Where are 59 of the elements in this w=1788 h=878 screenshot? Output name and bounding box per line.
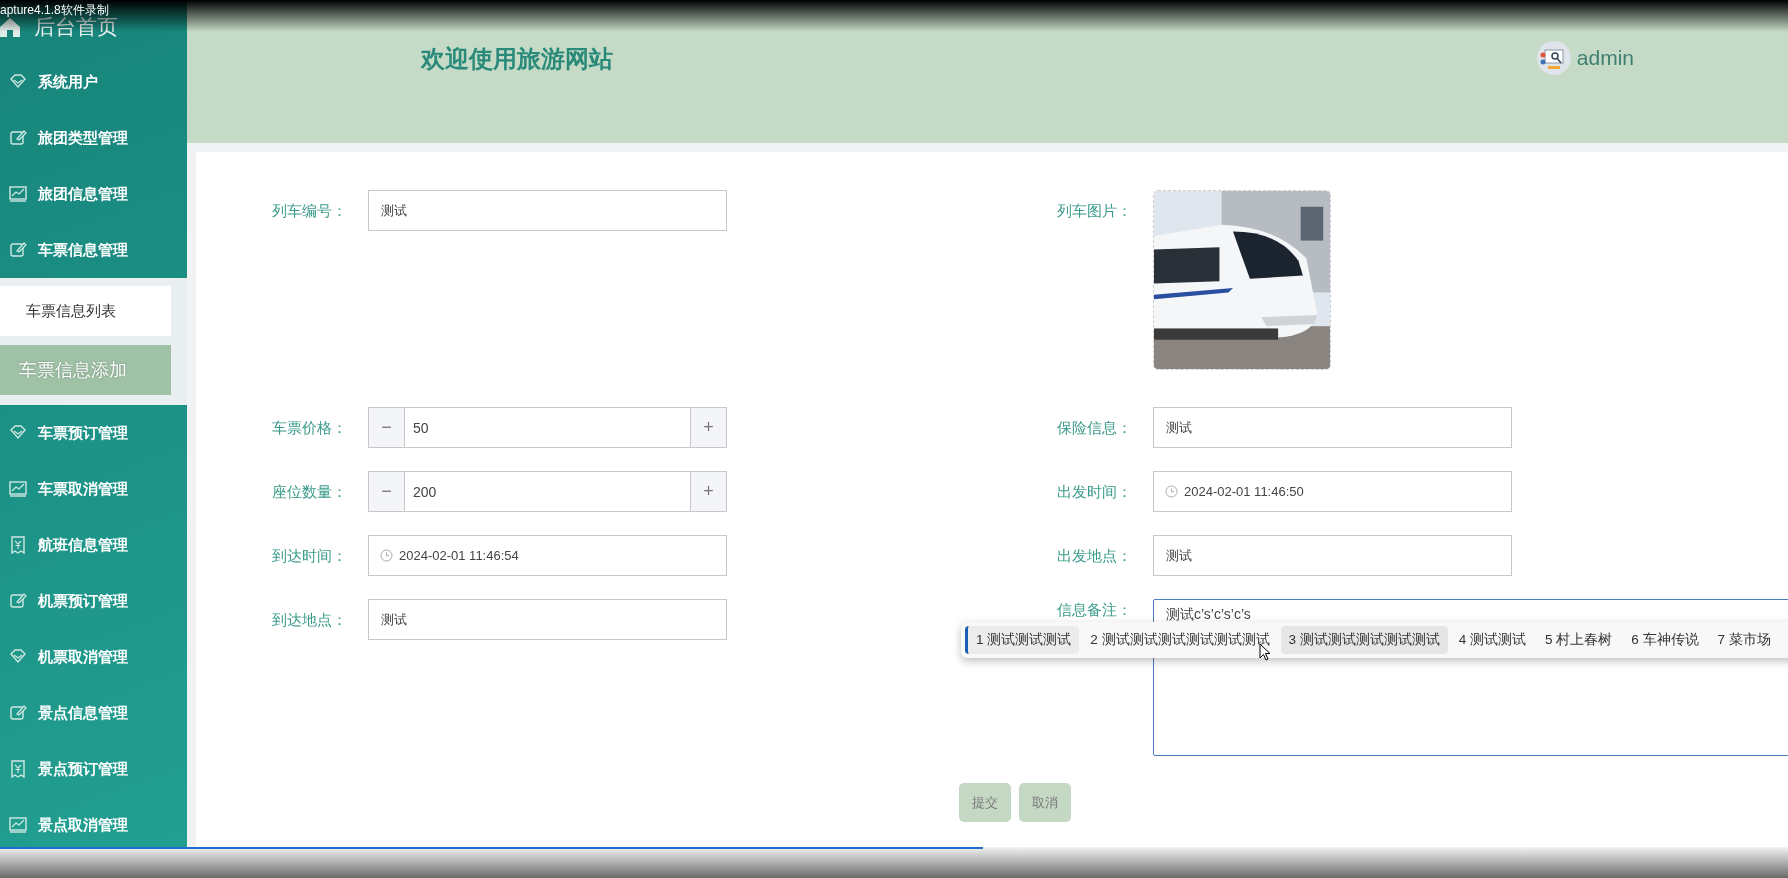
field-label: 出发时间： (1056, 482, 1132, 502)
clock-icon (1165, 485, 1178, 498)
sidebar-item[interactable]: 景点信息管理 (0, 689, 187, 737)
text-field[interactable]: 测试 (368, 190, 727, 231)
field-label: 车票价格： (271, 418, 347, 438)
edit-icon (8, 128, 28, 148)
chart-icon (8, 184, 28, 204)
text-field[interactable]: 测试 (368, 599, 727, 640)
sidebar-item[interactable]: 车票信息管理 (0, 226, 187, 274)
text-field[interactable]: 测试 (1153, 407, 1512, 448)
field-label: 座位数量： (271, 482, 347, 502)
field-label: 到达时间： (271, 546, 347, 566)
plus-button[interactable]: + (690, 471, 727, 512)
field-label: 到达地点： (271, 610, 347, 630)
text-field[interactable]: 测试 (1153, 535, 1512, 576)
edit-icon (8, 703, 28, 723)
minus-button[interactable]: − (368, 471, 405, 512)
date-field[interactable]: 2024-02-01 11:46:54 (368, 535, 727, 576)
number-field[interactable]: 50 (405, 407, 690, 448)
avatar-icon[interactable] (1536, 40, 1571, 75)
plus-button[interactable]: + (690, 407, 727, 448)
chart-icon (8, 479, 28, 499)
cancel-button[interactable]: 取消 (1019, 783, 1071, 822)
sidebar-item[interactable]: 旅团信息管理 (0, 170, 187, 218)
field-label: 列车图片： (1056, 201, 1132, 221)
number-field[interactable]: 200 (405, 471, 690, 512)
sidebar-item[interactable]: 系统用户 (0, 58, 187, 106)
candidate-item[interactable]: 3 测试测试测试测试测试 (1280, 626, 1448, 654)
chart-icon (8, 815, 28, 835)
house-icon (0, 17, 20, 37)
sidebar-item[interactable]: 旅团类型管理 (0, 114, 187, 162)
field-label: 出发地点： (1056, 546, 1132, 566)
candidate-item[interactable]: 7 菜市场 (1709, 626, 1779, 654)
edit-icon (8, 240, 28, 260)
sidebar-item[interactable]: 车票预订管理 (0, 409, 187, 457)
user-name[interactable]: admin (1576, 41, 1634, 74)
candidate-item[interactable]: 5 村上春树 (1537, 626, 1621, 654)
site-title: 欢迎使用旅游网站 (421, 44, 613, 74)
sidebar-item[interactable]: 航班信息管理 (0, 521, 187, 569)
field-label: 信息备注： (1056, 600, 1132, 620)
field-label: 保险信息： (1056, 418, 1132, 438)
clock-icon (380, 549, 393, 562)
sidebar-item[interactable]: 机票取消管理 (0, 633, 187, 681)
submit-button[interactable]: 提交 (959, 783, 1011, 822)
receipt-icon (8, 759, 28, 779)
field-label: 列车编号： (271, 201, 347, 221)
sidebar-item[interactable]: 车票取消管理 (0, 465, 187, 513)
sidebar-subitem[interactable]: 车票信息列表 (0, 286, 171, 336)
candidate-item[interactable]: 6 车神传说 (1623, 626, 1707, 654)
sidebar-item[interactable]: 景点预订管理 (0, 745, 187, 793)
receipt-icon (8, 535, 28, 555)
candidate-item[interactable]: 1 测试测试测试 (965, 626, 1080, 654)
sidebar-item[interactable]: 机票预订管理 (0, 577, 187, 625)
candidate-item[interactable]: 4 测试测试 (1450, 626, 1535, 654)
sidebar-item[interactable]: 景点取消管理 (0, 801, 187, 849)
date-field[interactable]: 2024-02-01 11:46:50 (1153, 471, 1512, 512)
recorder-label: apture4.1.8软件录制 (0, 2, 109, 17)
edit-icon (8, 591, 28, 611)
minus-button[interactable]: − (368, 407, 405, 448)
